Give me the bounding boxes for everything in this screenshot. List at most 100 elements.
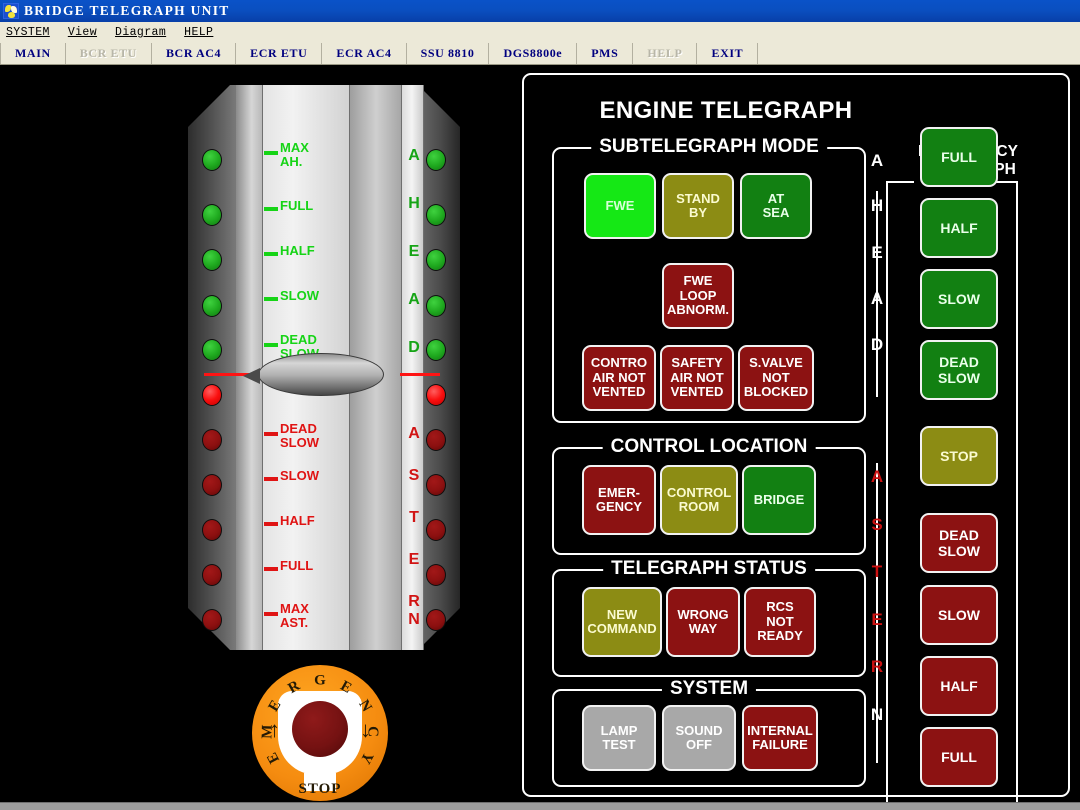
status-button-fwe[interactable]: FWE [584, 173, 656, 239]
toolbar-button-ecr-ac4[interactable]: ECR AC4 [322, 43, 407, 64]
scale-label-astern-slow: SLOW [280, 468, 319, 483]
toolbar-button-bcr-etu: BCR ETU [66, 43, 152, 64]
tick-ahead-max [264, 151, 278, 155]
status-button-bridge[interactable]: BRIDGE [742, 465, 816, 535]
rail-letter-astern-n: N [408, 611, 420, 628]
emergency-telegraph-button-astern-dead-slow[interactable]: DEAD SLOW [920, 513, 998, 573]
tick-ahead-slow [264, 297, 278, 301]
toolbar-button-main[interactable]: MAIN [0, 43, 66, 64]
group-legend-subtelegraph-mode: SUBTELEGRAPH MODE [591, 136, 827, 158]
emergency-stop-button[interactable]: ↑ ↓ EMERGENCY STOP [252, 665, 388, 801]
menu-item-diagram[interactable]: Diagram [115, 24, 175, 41]
lamp-astern-full-right [426, 564, 446, 586]
scale-label-ahead-slow: SLOW [280, 288, 319, 303]
lamp-astern-max-left [202, 609, 222, 631]
group-system: SYSTEM LAMP TEST SOUND OFF INTERNAL FAIL… [552, 678, 866, 787]
status-button-internal-failure[interactable]: INTERNAL FAILURE [742, 705, 818, 771]
menu-item-view[interactable]: View [68, 24, 106, 41]
emergency-letter-astern-t: T [871, 562, 883, 581]
menu-item-help[interactable]: HELP [184, 24, 222, 41]
emergency-telegraph-button-ahead-half[interactable]: HALF [920, 198, 998, 258]
toolbar-button-pms[interactable]: PMS [577, 43, 634, 64]
telegraph-lever-knob[interactable] [243, 353, 384, 396]
lamp-astern-half-left [202, 519, 222, 541]
emergency-letter-astern-r: R [870, 657, 884, 676]
lamp-ahead-full-right [426, 204, 446, 226]
scale-label-ahead-half: HALF [280, 243, 315, 258]
tick-ahead-deadslow [264, 343, 278, 347]
emergency-letter-ahead-h: H [870, 196, 884, 215]
rail-letter-ahead-a1: A [408, 147, 420, 164]
emergency-telegraph-button-ahead-full[interactable]: FULL [920, 127, 998, 187]
lamp-astern-full-left [202, 564, 222, 586]
window-title: BRIDGE TELEGRAPH UNIT [24, 3, 230, 18]
emergency-telegraph-button-ahead-slow[interactable]: SLOW [920, 269, 998, 329]
status-button-control-air-not-vented[interactable]: CONTRO AIR NOT VENTED [582, 345, 656, 411]
toolbar-button-ssu-8810[interactable]: SSU 8810 [407, 43, 490, 64]
status-button-sound-off[interactable]: SOUND OFF [662, 705, 736, 771]
tick-astern-slow [264, 477, 278, 481]
emergency-letter-astern-n: N [870, 705, 884, 724]
rail-letter-ahead-e: E [408, 243, 420, 260]
toolbar-button-bcr-ac4[interactable]: BCR AC4 [152, 43, 237, 64]
lamp-ahead-deadslow-left [202, 339, 222, 361]
status-button-at-sea[interactable]: AT SEA [740, 173, 812, 239]
status-button-rcs-not-ready[interactable]: RCS NOT READY [744, 587, 816, 657]
lamp-stop-right [426, 384, 446, 406]
tick-astern-half [264, 522, 278, 526]
rail-letter-ahead-h: H [408, 195, 420, 212]
rail-letter-astern-e: E [408, 551, 420, 568]
pointer-line-right [400, 373, 440, 376]
lamp-ahead-deadslow-right [426, 339, 446, 361]
lamp-astern-half-right [426, 519, 446, 541]
group-legend-control-location: CONTROL LOCATION [602, 436, 816, 458]
toolbar: MAIN BCR ETU BCR AC4 ECR ETU ECR AC4 SSU… [0, 43, 1080, 65]
status-button-lamp-test[interactable]: LAMP TEST [582, 705, 656, 771]
rail-letter-ahead-d: D [408, 339, 420, 356]
emergency-letter-astern-a: A [870, 467, 884, 486]
toolbar-button-ecr-etu[interactable]: ECR ETU [236, 43, 323, 64]
status-button-safety-valve-not-blocked[interactable]: S.VALVE NOT BLOCKED [738, 345, 814, 411]
emergency-telegraph-button-astern-half[interactable]: HALF [920, 656, 998, 716]
lamp-ahead-max-right [426, 149, 446, 171]
toolbar-button-exit[interactable]: EXIT [697, 43, 759, 64]
emergency-letter-ahead-e: E [871, 243, 883, 262]
emergency-stop-bottom-label: STOP [298, 781, 342, 797]
status-button-control-room[interactable]: CONTROL ROOM [660, 465, 738, 535]
emergency-letter-astern-s: S [871, 515, 883, 534]
menu-item-system[interactable]: SYSTEM [6, 24, 59, 41]
group-control-location: CONTROL LOCATION EMER- GENCY CONTROL ROO… [552, 436, 866, 555]
lamp-ahead-half-right [426, 249, 446, 271]
status-button-wrong-way[interactable]: WRONG WAY [666, 587, 740, 657]
status-button-new-command[interactable]: NEW COMMAND [582, 587, 662, 657]
lamp-ahead-slow-right [426, 295, 446, 317]
propeller-icon [3, 3, 19, 19]
lamp-ahead-half-left [202, 249, 222, 271]
telegraph-lever-assembly: MAX AH. FULL HALF SLOW DEAD SLOW DEAD SL… [188, 85, 460, 650]
status-button-emergency[interactable]: EMER- GENCY [582, 465, 656, 535]
tick-astern-deadslow [264, 432, 278, 436]
tick-astern-full [264, 567, 278, 571]
status-button-fwe-loop-abnormal[interactable]: FWE LOOP ABNORM. [662, 263, 734, 329]
lamp-ahead-full-left [202, 204, 222, 226]
status-button-stand-by[interactable]: STAND BY [662, 173, 734, 239]
emergency-letter-ahead-d: D [870, 335, 884, 354]
emergency-letter-astern-e: E [871, 610, 883, 629]
emergency-telegraph-button-stop[interactable]: STOP [920, 426, 998, 486]
lamp-astern-deadslow-right [426, 429, 446, 451]
emergency-telegraph-button-astern-slow[interactable]: SLOW [920, 585, 998, 645]
emergency-telegraph-button-astern-full[interactable]: FULL [920, 727, 998, 787]
emergency-telegraph-button-ahead-dead-slow[interactable]: DEAD SLOW [920, 340, 998, 400]
toolbar-button-dgs8800e[interactable]: DGS8800e [489, 43, 578, 64]
rail-letter-astern-a: A [408, 425, 420, 442]
menu-bar: SYSTEM View Diagram HELP [0, 22, 1080, 43]
emergency-letter-ahead-a2: A [870, 289, 884, 308]
tick-astern-max [264, 612, 278, 616]
status-button-safety-air-not-vented[interactable]: SAFETY AIR NOT VENTED [660, 345, 734, 411]
emergency-letter-ahead-a1: A [870, 151, 884, 170]
engine-telegraph-title: ENGINE TELEGRAPH [599, 97, 853, 124]
group-legend-telegraph-status: TELEGRAPH STATUS [603, 558, 815, 580]
scale-label-astern-max: MAX AST. [280, 601, 309, 630]
lamp-astern-deadslow-left [202, 429, 222, 451]
scale-label-astern-half: HALF [280, 513, 315, 528]
